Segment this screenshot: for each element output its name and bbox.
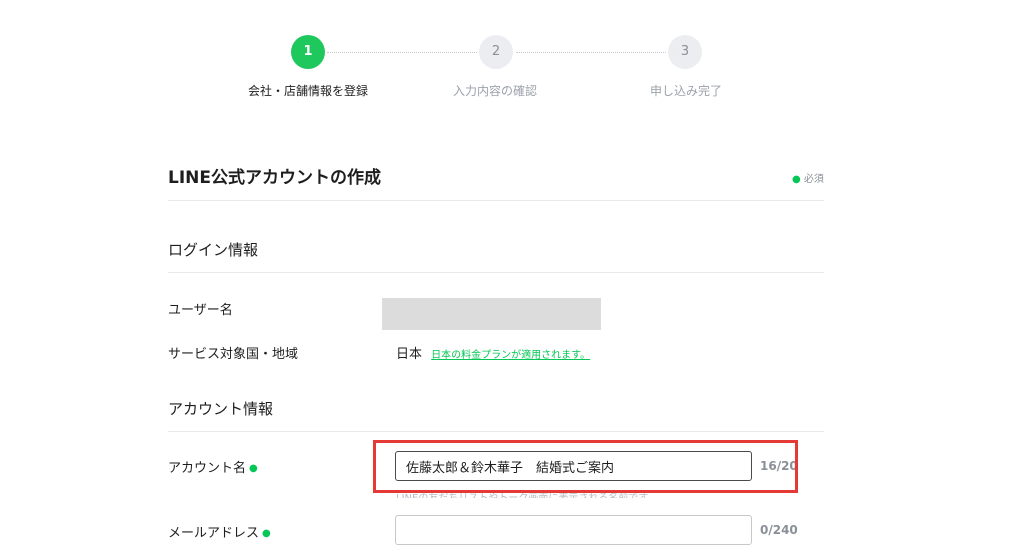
account-section-divider (168, 431, 824, 432)
step-2-label: 入力内容の確認 (453, 84, 538, 98)
email-label-text: メールアドレス (168, 526, 260, 541)
page-title: LINE公式アカウントの作成 (168, 168, 381, 188)
region-value-row: 日本 日本の料金プランが適用されます。 (396, 343, 590, 362)
region-label: サービス対象国・地域 (168, 347, 299, 362)
required-dot-icon: ● (262, 528, 271, 539)
account-section-title: アカウント情報 (168, 400, 274, 418)
account-name-label: アカウント名 ● (168, 457, 258, 476)
login-section-divider (168, 272, 824, 273)
required-dot-icon: ● (792, 174, 801, 185)
username-label: ユーザー名 (168, 303, 233, 318)
username-value-redacted (382, 298, 601, 330)
account-name-counter: 16/20 (760, 459, 798, 473)
step-connector (327, 52, 477, 53)
email-label: メールアドレス ● (168, 522, 271, 541)
step-1-label: 会社・店舗情報を登録 (248, 84, 369, 98)
step-3-label: 申し込み完了 (650, 84, 723, 98)
region-value: 日本 (396, 347, 423, 362)
email-input[interactable] (395, 515, 752, 545)
header-divider (168, 200, 824, 201)
step-3-indicator: 3 (668, 35, 702, 69)
account-name-label-text: アカウント名 (168, 461, 247, 476)
email-counter: 0/240 (760, 523, 798, 537)
login-section-title: ログイン情報 (168, 241, 259, 259)
required-legend-text: 必須 (803, 174, 824, 185)
step-connector (516, 52, 666, 53)
pricing-plan-link[interactable]: 日本の料金プランが適用されます。 (431, 350, 590, 361)
required-dot-icon: ● (249, 463, 258, 474)
required-legend: ● 必須 (792, 170, 824, 185)
account-name-input[interactable] (395, 451, 752, 481)
step-2-indicator: 2 (479, 35, 513, 69)
step-1-indicator: 1 (291, 35, 325, 69)
account-name-help-text: LINEの友だちリストやトーク画面に表示される名前です。 (396, 489, 766, 498)
